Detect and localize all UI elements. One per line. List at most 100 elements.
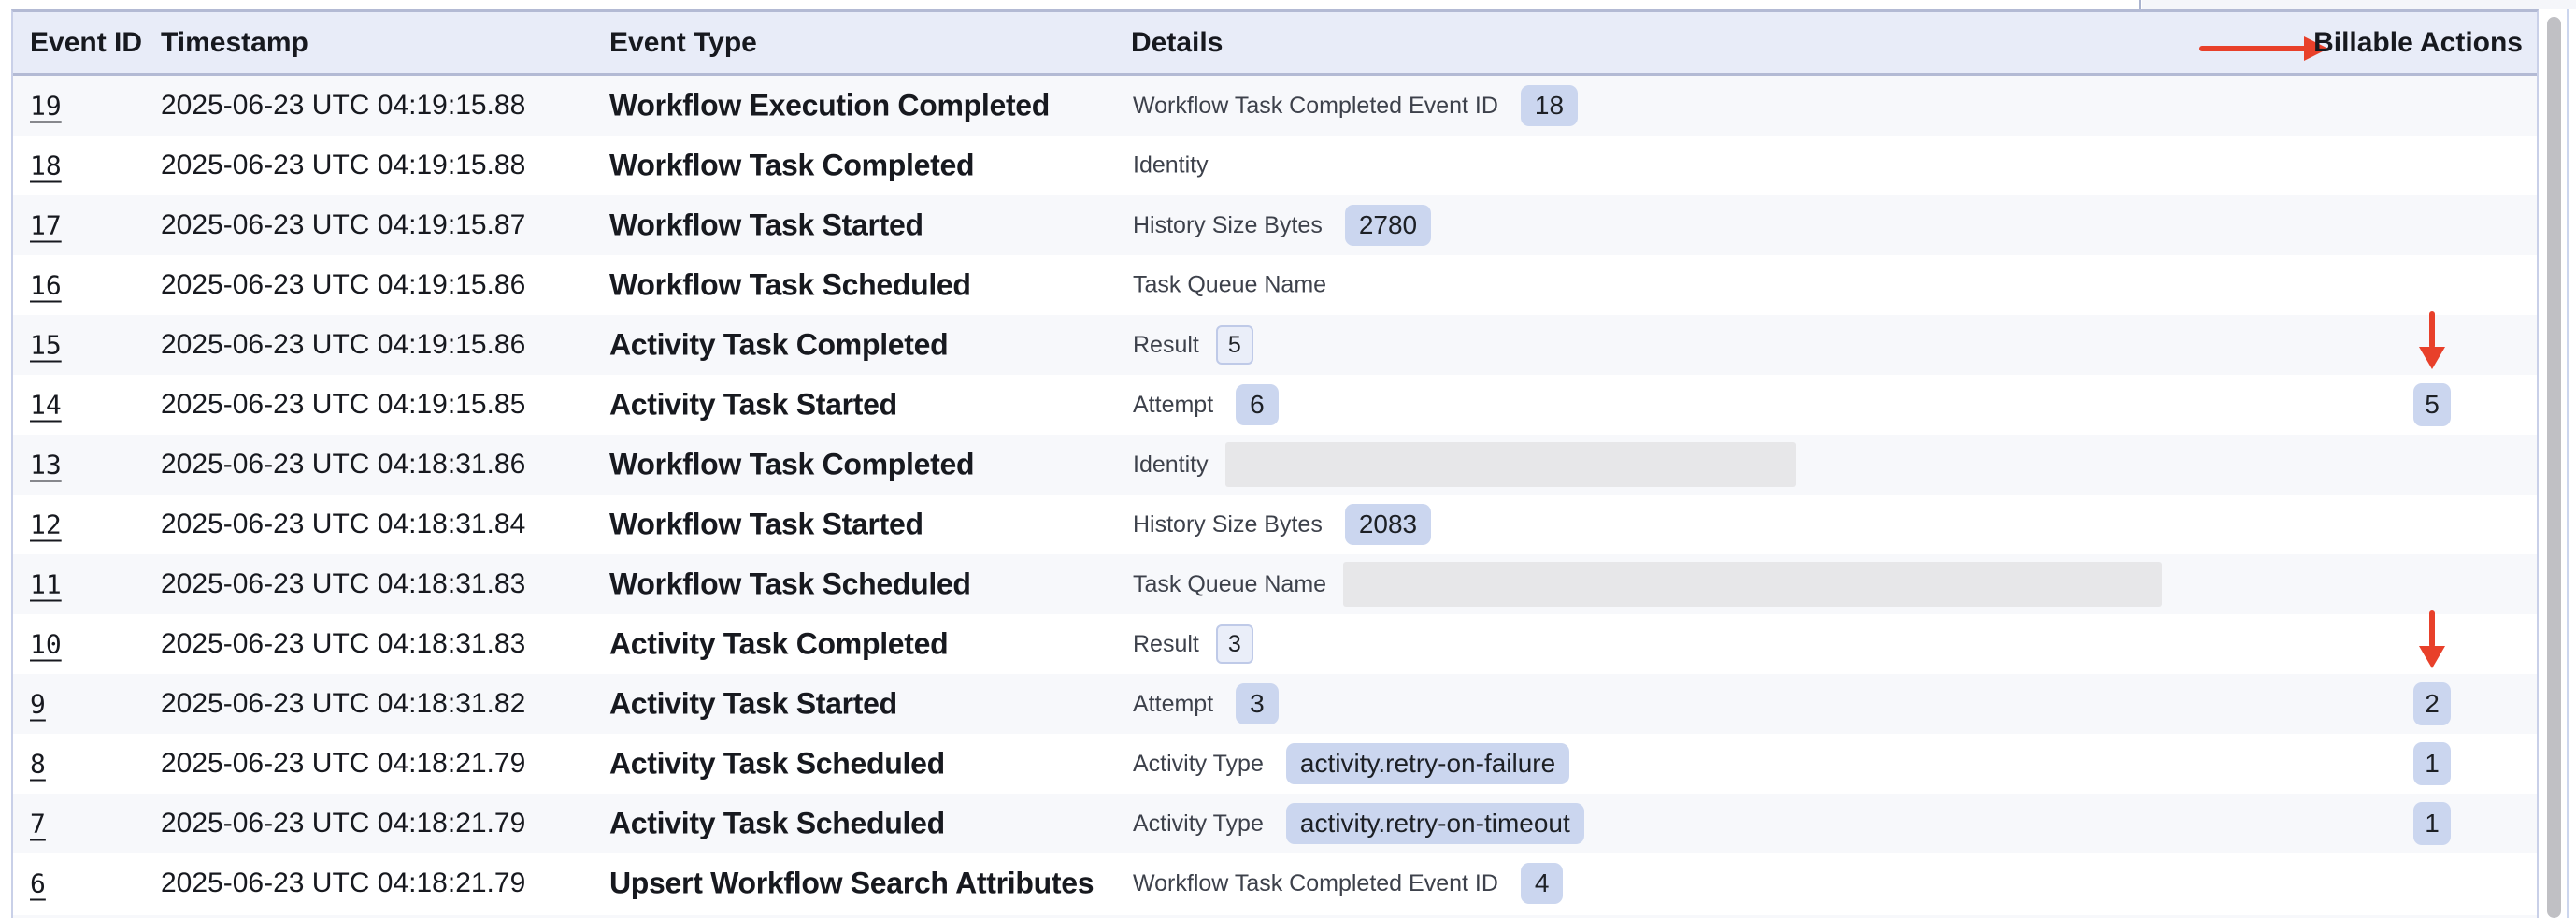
- event-type: Activity Task Completed: [609, 328, 948, 363]
- event-detail: Result 3: [1133, 624, 1253, 664]
- table-row: 16 2025-06-23 UTC 04:19:15.86 Workflow T…: [13, 255, 2537, 315]
- red-arrow-down-annotation: [2407, 311, 2457, 369]
- detail-label: Identity: [1133, 452, 1209, 479]
- table-row: 14 2025-06-23 UTC 04:19:15.85 Activity T…: [13, 375, 2537, 435]
- event-id-link[interactable]: 9: [30, 689, 46, 720]
- event-timestamp: 2025-06-23 UTC 04:18:21.79: [161, 808, 525, 839]
- event-id-link[interactable]: 15: [30, 330, 62, 361]
- event-id-link[interactable]: 13: [30, 450, 62, 481]
- detail-value-chip: 4: [1521, 863, 1564, 904]
- event-type: Workflow Task Scheduled: [609, 268, 971, 303]
- event-id-link[interactable]: 16: [30, 270, 62, 301]
- event-timestamp: 2025-06-23 UTC 04:18:21.79: [161, 748, 525, 780]
- event-type: Activity Task Started: [609, 388, 897, 423]
- right-edge-divider: [2567, 9, 2569, 918]
- event-timestamp: 2025-06-23 UTC 04:19:15.86: [161, 329, 525, 361]
- event-detail: Task Queue Name: [1133, 272, 1326, 299]
- event-id-link[interactable]: 7: [30, 809, 46, 839]
- event-id-link[interactable]: 17: [30, 210, 62, 241]
- detail-value-chip: activity.retry-on-failure: [1286, 743, 1569, 784]
- billable-actions-badge: 5: [2413, 383, 2451, 426]
- detail-label: Attempt: [1133, 691, 1213, 718]
- event-type: Workflow Task Started: [609, 208, 923, 243]
- column-header-event-id: Event ID: [30, 27, 142, 59]
- event-timestamp: 2025-06-23 UTC 04:19:15.86: [161, 269, 525, 301]
- event-detail: Activity Type activity.retry-on-timeout: [1133, 803, 1584, 844]
- table-row: 6 2025-06-23 UTC 04:18:21.79 Upsert Work…: [13, 853, 2537, 913]
- event-id-link[interactable]: 12: [30, 509, 62, 540]
- table-row: 12 2025-06-23 UTC 04:18:31.84 Workflow T…: [13, 495, 2537, 554]
- event-type: Activity Task Scheduled: [609, 807, 945, 841]
- billable-actions-cell: 1: [2383, 802, 2481, 845]
- detail-value-chip: 18: [1521, 85, 1578, 126]
- billable-actions-cell: 5: [2383, 383, 2481, 426]
- detail-label: Attempt: [1133, 392, 1213, 419]
- table-row: 13 2025-06-23 UTC 04:18:31.86 Workflow T…: [13, 435, 2537, 495]
- table-row: 11 2025-06-23 UTC 04:18:31.83 Workflow T…: [13, 554, 2537, 614]
- red-arrow-right-tail: [2199, 46, 2308, 51]
- detail-label: History Size Bytes: [1133, 212, 1323, 239]
- detail-label: Workflow Task Completed Event ID: [1133, 93, 1498, 120]
- table-row: 19 2025-06-23 UTC 04:19:15.88 Workflow E…: [13, 76, 2537, 136]
- table-row: 15 2025-06-23 UTC 04:19:15.86 Activity T…: [13, 315, 2537, 375]
- event-id-link[interactable]: 8: [30, 749, 46, 780]
- detail-label: Identity: [1133, 152, 1209, 179]
- table-row: 18 2025-06-23 UTC 04:19:15.88 Workflow T…: [13, 136, 2537, 195]
- event-history-screen: Event ID Timestamp Event Type Details Bi…: [0, 0, 2576, 918]
- event-timestamp: 2025-06-23 UTC 04:18:31.86: [161, 449, 525, 481]
- red-arrow-down-tail: [2429, 610, 2435, 648]
- detail-value-chip: 2083: [1345, 504, 1431, 545]
- table-row: 9 2025-06-23 UTC 04:18:31.82 Activity Ta…: [13, 674, 2537, 734]
- event-type: Upsert Workflow Search Attributes: [609, 867, 1094, 901]
- event-type: Workflow Task Scheduled: [609, 567, 971, 602]
- event-type: Workflow Task Started: [609, 508, 923, 542]
- event-detail: Workflow Task Completed Event ID 18: [1133, 85, 1578, 126]
- detail-label: Result: [1133, 332, 1199, 359]
- vertical-scrollbar[interactable]: [2547, 17, 2561, 918]
- event-detail: Attempt 3: [1133, 683, 1279, 724]
- billable-actions-badge: 2: [2413, 682, 2451, 725]
- event-timestamp: 2025-06-23 UTC 04:18:31.82: [161, 688, 525, 720]
- event-type: Activity Task Started: [609, 687, 897, 722]
- detail-value-redacted-block: [1225, 442, 1796, 487]
- event-type: Activity Task Scheduled: [609, 747, 945, 782]
- column-header-timestamp: Timestamp: [161, 27, 308, 59]
- event-timestamp: 2025-06-23 UTC 04:18:31.83: [161, 568, 525, 600]
- event-timestamp: 2025-06-23 UTC 04:19:15.88: [161, 150, 525, 181]
- red-arrow-down-tail: [2429, 311, 2435, 349]
- event-timestamp: 2025-06-23 UTC 04:18:21.79: [161, 868, 525, 899]
- event-detail: Result 5: [1133, 325, 1253, 365]
- event-id-link[interactable]: 11: [30, 569, 62, 600]
- event-timestamp: 2025-06-23 UTC 04:18:31.84: [161, 509, 525, 540]
- event-timestamp: 2025-06-23 UTC 04:18:31.83: [161, 628, 525, 660]
- event-id-link[interactable]: 19: [30, 91, 62, 122]
- billable-actions-cell: 1: [2383, 742, 2481, 785]
- table-header-row: Event ID Timestamp Event Type Details Bi…: [13, 12, 2537, 76]
- event-detail: History Size Bytes 2780: [1133, 205, 1431, 246]
- red-arrow-down-head: [2419, 347, 2445, 369]
- event-id-link[interactable]: 6: [30, 868, 46, 899]
- event-id-link[interactable]: 18: [30, 151, 62, 181]
- detail-value-chip: 3: [1236, 683, 1279, 724]
- event-id-link[interactable]: 14: [30, 390, 62, 421]
- event-timestamp: 2025-06-23 UTC 04:19:15.88: [161, 90, 525, 122]
- event-detail: Workflow Task Completed Event ID 4: [1133, 863, 1563, 904]
- event-timestamp: 2025-06-23 UTC 04:19:15.87: [161, 209, 525, 241]
- table-row: 10 2025-06-23 UTC 04:18:31.83 Activity T…: [13, 614, 2537, 674]
- detail-label: Activity Type: [1133, 751, 1264, 778]
- detail-value-chip: activity.retry-on-timeout: [1286, 803, 1584, 844]
- detail-label: Task Queue Name: [1133, 272, 1326, 299]
- event-type: Activity Task Completed: [609, 627, 948, 662]
- billable-actions-badge: 1: [2413, 742, 2451, 785]
- detail-value-chip: 2780: [1345, 205, 1431, 246]
- event-id-link[interactable]: 10: [30, 629, 62, 660]
- red-arrow-down-annotation: [2407, 610, 2457, 668]
- event-timestamp: 2025-06-23 UTC 04:19:15.85: [161, 389, 525, 421]
- detail-value-redacted-block: [1343, 562, 2162, 607]
- detail-label: History Size Bytes: [1133, 511, 1323, 538]
- billable-actions-cell: 2: [2383, 682, 2481, 725]
- billable-actions-badge: 1: [2413, 802, 2451, 845]
- event-detail: Attempt 6: [1133, 384, 1279, 425]
- event-type: Workflow Task Completed: [609, 149, 974, 183]
- detail-label: Result: [1133, 631, 1199, 658]
